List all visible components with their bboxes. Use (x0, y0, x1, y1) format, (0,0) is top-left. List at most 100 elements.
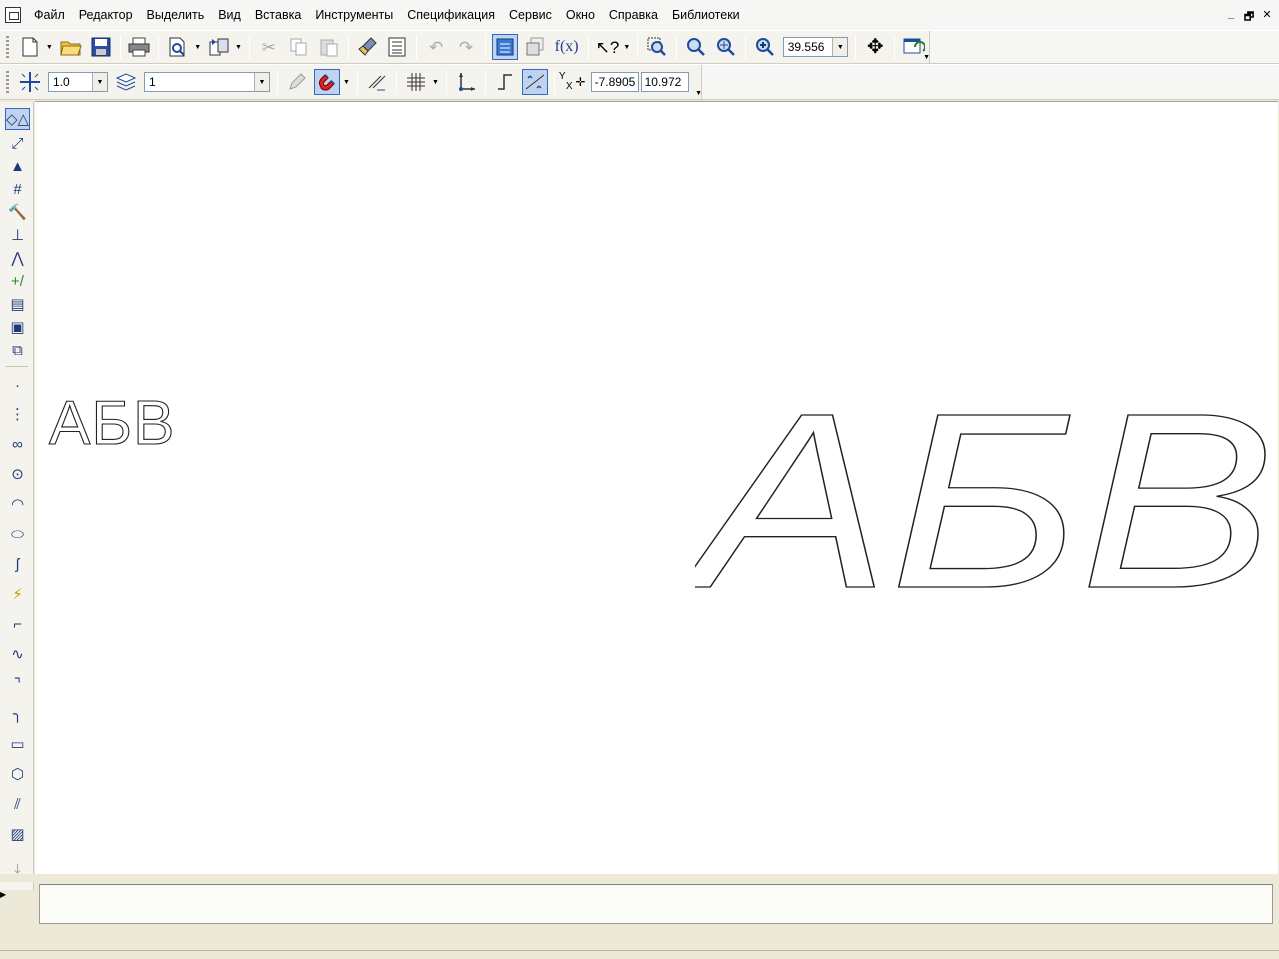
associative-views-panel-button[interactable]: +/ (5, 270, 30, 292)
menu-insert[interactable]: Вставка (248, 0, 308, 30)
restore-button[interactable]: 🗗 (1243, 8, 1255, 27)
segment-icon: ∞ (12, 435, 23, 453)
continuous-input-button[interactable]: ⚡ (5, 583, 30, 605)
auxiliary-line-button[interactable]: ⋮ (5, 403, 30, 425)
local-cs-button[interactable] (364, 69, 390, 95)
fillet-button[interactable]: ╮ (5, 703, 30, 725)
measure-panel-button[interactable]: ⊥ (5, 224, 30, 246)
zoom-value[interactable]: 39.556 (784, 40, 833, 54)
minimize-button[interactable]: _ (1225, 8, 1237, 27)
property-panel[interactable] (39, 884, 1273, 924)
zoom-plus-button[interactable] (752, 34, 778, 60)
small-text-outline[interactable]: АБВ (48, 388, 175, 459)
undo-button[interactable]: ↶ (423, 34, 449, 60)
designations-panel-button[interactable]: ▲ (5, 155, 30, 177)
open-button[interactable] (58, 34, 84, 60)
paste-button[interactable] (316, 34, 342, 60)
menu-service[interactable]: Сервис (502, 0, 559, 30)
snap-dropdown-icon[interactable]: ▼ (343, 79, 350, 86)
point-button[interactable]: · (5, 374, 30, 396)
variables-button[interactable]: f(x) (552, 34, 582, 60)
redo-button[interactable]: ↷ (453, 34, 479, 60)
new-document-button[interactable] (17, 34, 43, 60)
preview-button[interactable] (165, 34, 191, 60)
menu-edit[interactable]: Редактор (72, 0, 140, 30)
menu-tools[interactable]: Инструменты (308, 0, 400, 30)
menu-specification[interactable]: Спецификация (400, 0, 502, 30)
arc-button[interactable]: ◠ (5, 493, 30, 515)
ellipse-button[interactable]: ⬭ (5, 523, 30, 545)
insert-panel-button[interactable]: ⧉ (5, 339, 30, 361)
close-button[interactable]: ✕ (1261, 8, 1273, 27)
curve-button[interactable]: ʃ (5, 553, 30, 575)
menu-help[interactable]: Справка (602, 0, 665, 30)
pan-button[interactable]: ✥ (862, 34, 888, 60)
new-document-dropdown-icon[interactable]: ▼ (46, 44, 53, 51)
coord-x-field[interactable]: -7.8905 (590, 72, 639, 92)
step-cursor-button[interactable] (17, 69, 43, 95)
manager-button[interactable] (206, 34, 232, 60)
snap-button[interactable] (314, 69, 340, 95)
layer-button[interactable] (113, 69, 139, 95)
zoom-combo[interactable]: 39.556 ▼ (782, 37, 849, 57)
copy-properties-button[interactable] (355, 34, 381, 60)
step-dropdown-icon[interactable]: ▼ (92, 73, 107, 91)
menu-file[interactable]: Файл (27, 0, 72, 30)
rectangle-button[interactable]: ▭ (5, 733, 30, 755)
print-button[interactable] (127, 34, 153, 60)
layer-dropdown-icon[interactable]: ▼ (254, 73, 269, 91)
coord-y-field[interactable]: 10.972 (640, 72, 689, 92)
menu-view[interactable]: Вид (211, 0, 248, 30)
properties-button[interactable] (384, 34, 410, 60)
dimensions-panel-button[interactable]: ⤢ (5, 132, 30, 154)
zoom-in-button[interactable] (683, 34, 709, 60)
grid-dropdown-icon[interactable]: ▼ (432, 79, 439, 86)
zoom-window-button[interactable] (644, 34, 670, 60)
chamfer-button[interactable]: ⌝ (5, 673, 30, 695)
layers-button[interactable] (522, 34, 548, 60)
circle-button[interactable]: ⊙ (5, 463, 30, 485)
grid-button[interactable] (403, 69, 429, 95)
geometry-panel-button[interactable]: ◇△ (5, 108, 30, 130)
rounding-button[interactable] (521, 69, 548, 95)
layer-value[interactable]: 1 (145, 75, 254, 89)
preview-dropdown-icon[interactable]: ▼ (194, 44, 201, 51)
large-text-outline[interactable]: АБВ (679, 360, 1278, 640)
segment-button[interactable]: ∞ (5, 433, 30, 455)
fill-button[interactable]: ▨ (5, 823, 30, 845)
manager-dropdown-icon[interactable]: ▼ (235, 44, 242, 51)
toolbar-options-icon[interactable]: ▼ (695, 90, 702, 97)
select-panel-button[interactable]: ⋀ (5, 247, 30, 269)
tree-button[interactable] (491, 34, 518, 60)
auto-contour-button[interactable]: ⬡ (5, 763, 30, 785)
step-value[interactable]: 1.0 (49, 75, 92, 89)
help-pointer-button[interactable]: ↖? (595, 34, 621, 60)
reports-panel-button[interactable]: ▣ (5, 316, 30, 338)
toolbar-options-icon[interactable]: ▼ (923, 54, 930, 61)
spec-panel-button[interactable]: ▤ (5, 293, 30, 315)
parametrization-panel-button[interactable]: 🔨 (5, 201, 30, 223)
orthogonal-button[interactable] (284, 69, 310, 95)
bezier-button[interactable]: ∿ (5, 643, 30, 665)
polyline-button[interactable]: ⌐ (5, 613, 30, 635)
toolbar-grip[interactable] (6, 71, 9, 93)
zoom-dropdown-icon[interactable]: ▼ (832, 38, 848, 56)
step-combo[interactable]: 1.0 ▼ (48, 72, 108, 92)
menu-window[interactable]: Окно (559, 0, 602, 30)
copy-button[interactable] (286, 34, 312, 60)
menu-select[interactable]: Выделить (140, 0, 212, 30)
hatch-button[interactable]: ⫽ (5, 793, 30, 815)
save-button[interactable] (88, 34, 114, 60)
edit-panel-button[interactable]: # (5, 178, 30, 200)
drawing-canvas[interactable]: АБВ АБВ (35, 101, 1278, 874)
panel-expand-icon[interactable]: ▶ (0, 890, 30, 902)
toolbar-end-arrow-icon[interactable]: ▼ (623, 44, 630, 51)
coordinate-system-button[interactable] (453, 69, 479, 95)
document-icon[interactable] (5, 7, 21, 23)
cut-button[interactable]: ✂ (256, 34, 282, 60)
ortho-mode-button[interactable] (492, 69, 518, 95)
zoom-dynamic-button[interactable] (713, 34, 739, 60)
menu-libraries[interactable]: Библиотеки (665, 0, 747, 30)
toolbar-grip[interactable] (6, 36, 9, 58)
layer-combo[interactable]: 1 ▼ (144, 72, 270, 92)
